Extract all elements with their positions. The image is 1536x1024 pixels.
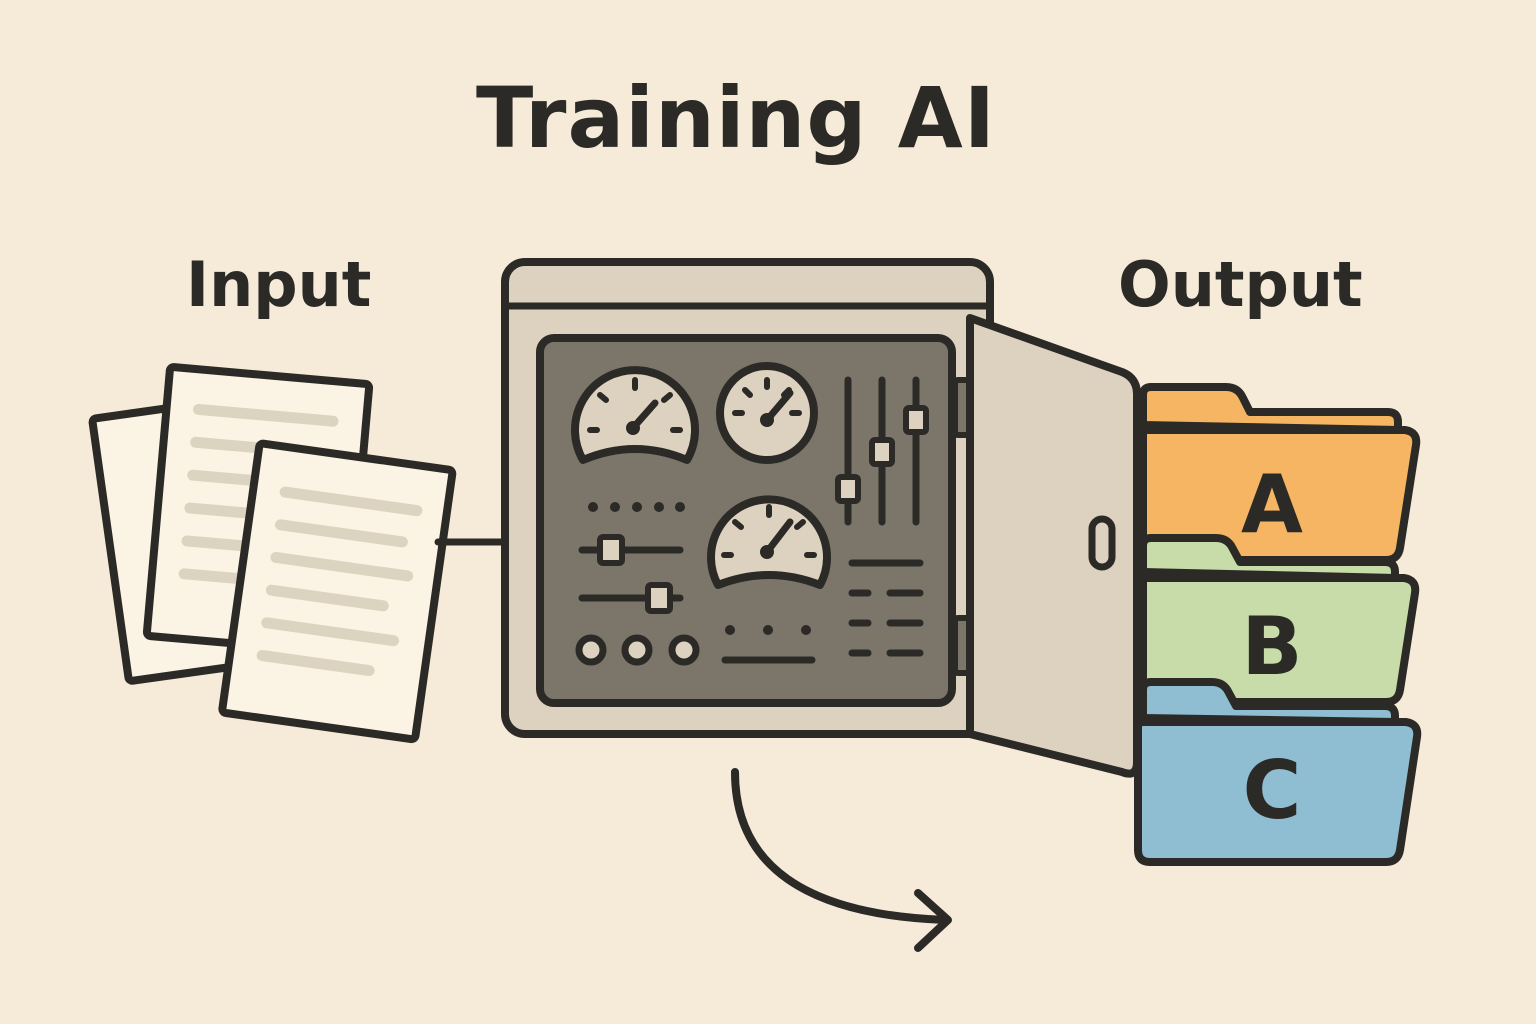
folder-b-label: B [1242, 600, 1303, 693]
gauge-icon [571, 366, 699, 464]
training-machine [501, 258, 1141, 778]
gauge-icon [716, 362, 818, 464]
knob-button [575, 634, 700, 666]
fader-control [835, 376, 929, 526]
output-folders: A B C [1134, 383, 1422, 866]
gauge-icon [707, 495, 831, 589]
input-documents [88, 363, 457, 744]
diagram: Training AI Input Output A B C [0, 0, 1536, 1024]
diagram-art: A B C [88, 258, 1422, 952]
folder-a-label: A [1241, 458, 1303, 551]
folder-c-label: C [1243, 744, 1302, 837]
document-icon [218, 439, 457, 744]
curved-arrow [731, 768, 952, 952]
